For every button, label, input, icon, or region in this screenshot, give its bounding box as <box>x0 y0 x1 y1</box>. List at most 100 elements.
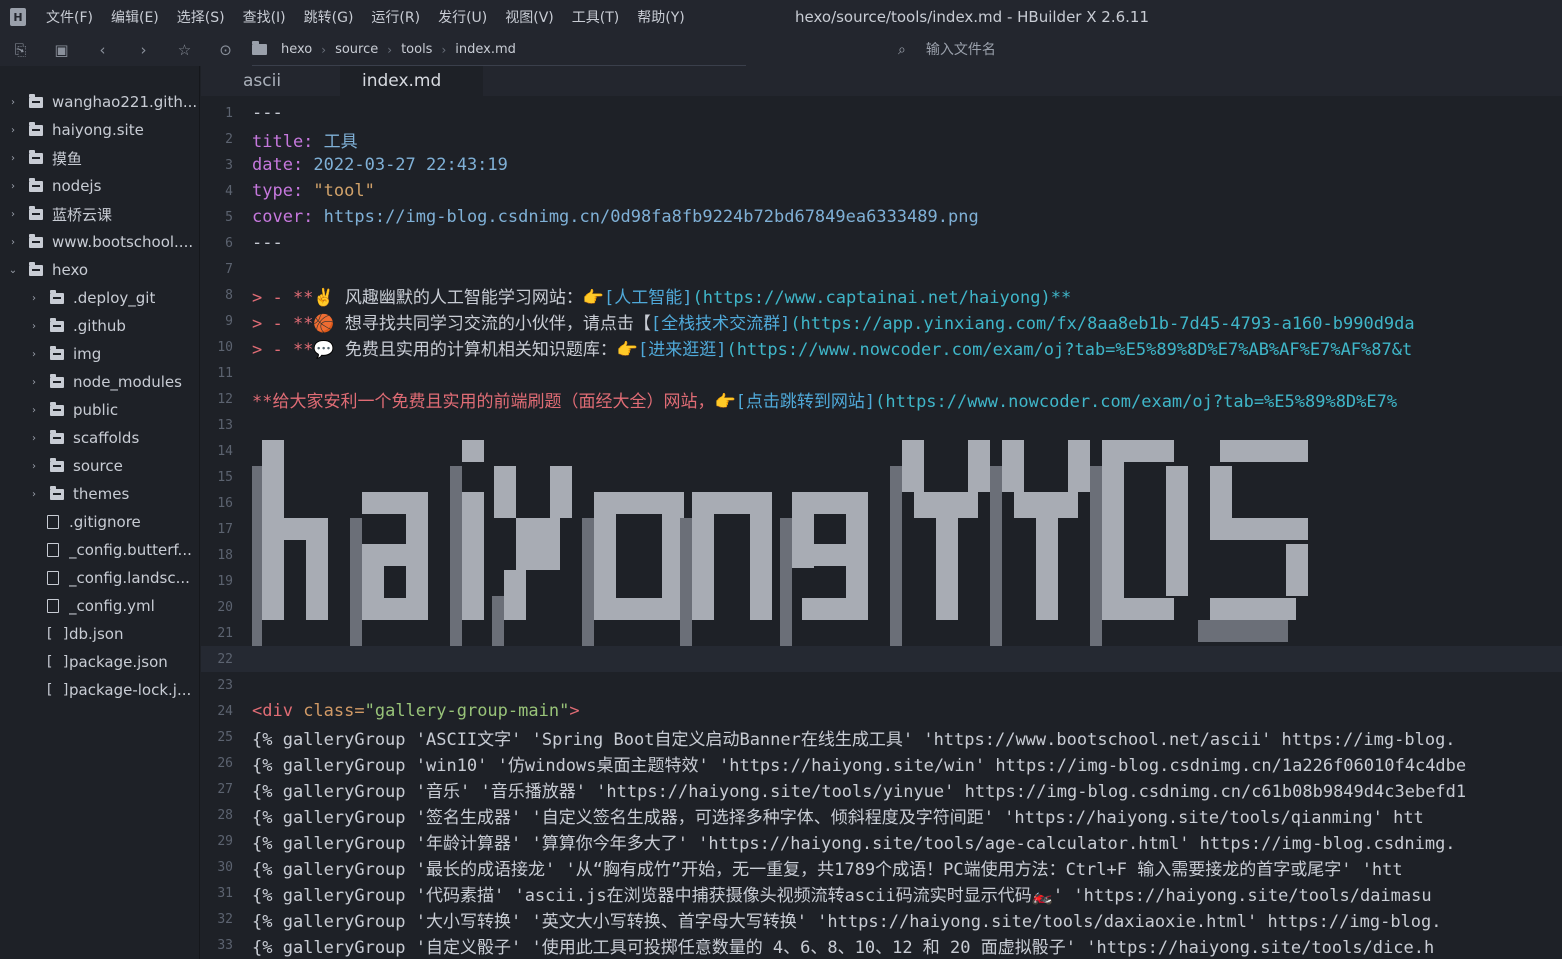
chevron-right-icon[interactable]: › <box>27 489 41 500</box>
code-line: 25 {% galleryGroup 'ASCII文字' 'Spring Boot… <box>201 724 1562 750</box>
md-link-text: [全栈技术交流群] <box>650 313 791 334</box>
sidebar-item[interactable]: › 摸鱼 <box>0 144 199 172</box>
sidebar-item[interactable]: › img <box>0 340 199 368</box>
sidebar-item-label: _config.butterf... <box>69 541 192 559</box>
line-number: 25 <box>217 729 233 745</box>
breadcrumb-item[interactable]: hexo <box>281 42 312 57</box>
quote-prefix: > - ** <box>252 339 314 360</box>
chevron-right-icon[interactable]: › <box>27 349 41 360</box>
line-number: 1 <box>225 105 233 121</box>
pointing-hand-icon: 👉 <box>582 287 604 308</box>
sidebar-item[interactable]: [ ] db.json <box>0 620 199 648</box>
gallery-line: {% galleryGroup '大小写转换' '英文大小写转换、首字母大写转换… <box>252 911 1442 932</box>
chevron-right-icon[interactable]: › <box>27 321 41 332</box>
chevron-right-icon[interactable]: › <box>27 377 41 388</box>
folder-icon <box>50 429 64 444</box>
menu-file[interactable]: 文件(F) <box>46 7 93 27</box>
save-icon[interactable]: ▣ <box>41 34 82 66</box>
menu-publish[interactable]: 发行(U) <box>438 7 487 27</box>
chevron-down-icon[interactable]: ⌄ <box>6 265 20 276</box>
ascii-block <box>462 440 484 462</box>
sidebar-item[interactable]: › nodejs <box>0 172 199 200</box>
md-link-url[interactable]: (https://www.nowcoder.com/exam/oj?tab=%E… <box>726 340 1412 360</box>
sidebar-item[interactable]: ⌄ hexo <box>0 256 199 284</box>
menu-goto[interactable]: 跳转(G) <box>304 7 354 27</box>
sidebar-item[interactable]: › .github <box>0 312 199 340</box>
code-line: 1 --- <box>201 100 1562 126</box>
menu-select[interactable]: 选择(S) <box>177 7 225 27</box>
ascii-block <box>792 544 868 566</box>
emoji-icon: 🏀 <box>313 313 335 334</box>
ascii-shade <box>252 466 262 646</box>
chevron-right-icon[interactable]: › <box>27 405 41 416</box>
menu-run[interactable]: 运行(R) <box>371 7 420 27</box>
breadcrumb-item[interactable]: tools <box>401 42 432 57</box>
run-icon[interactable]: ⊙ <box>205 34 246 66</box>
sidebar-item[interactable]: › node_modules <box>0 368 199 396</box>
code-line: 11 <box>201 360 1562 386</box>
md-link-url[interactable]: (https://www.nowcoder.com/exam/oj?tab=%E… <box>875 392 1397 412</box>
sidebar-item[interactable]: _config.landsc... <box>0 564 199 592</box>
sidebar-item-label: 蓝桥云课 <box>52 205 113 224</box>
chevron-right-icon[interactable]: › <box>6 237 20 248</box>
folder-icon <box>50 457 64 472</box>
chevron-right-icon[interactable]: › <box>6 209 20 220</box>
chevron-right-icon[interactable]: › <box>27 461 41 472</box>
sidebar-item[interactable]: › www.bootschool.... <box>0 228 199 256</box>
chevron-right-icon[interactable]: › <box>6 153 20 164</box>
md-link-text: [进来逛逛] <box>638 339 727 360</box>
back-icon[interactable]: ‹ <box>82 34 123 66</box>
folder-icon <box>50 401 64 416</box>
breadcrumb-item[interactable]: source <box>335 42 378 57</box>
folder-icon <box>29 177 43 192</box>
sidebar-item[interactable]: › 蓝桥云课 <box>0 200 199 228</box>
json-file-icon: [ ] <box>45 654 71 670</box>
code-line: 7 <box>201 256 1562 282</box>
menu-find[interactable]: 查找(I) <box>243 7 286 27</box>
breadcrumb-item[interactable]: index.md <box>455 42 516 57</box>
sidebar-item-label: source <box>73 457 123 475</box>
sidebar-item[interactable]: _config.yml <box>0 592 199 620</box>
code-line: 29 {% galleryGroup '年龄计算器' '算算你今年多大了' 'ht… <box>201 828 1562 854</box>
file-icon <box>47 571 59 585</box>
chevron-right-icon[interactable]: › <box>27 433 41 444</box>
sidebar-item[interactable]: [ ] package-lock.j... <box>0 676 199 704</box>
chevron-right-icon[interactable]: › <box>6 181 20 192</box>
menu-view[interactable]: 视图(V) <box>505 7 554 27</box>
sidebar-item[interactable]: › themes <box>0 480 199 508</box>
yaml-value: 2022-03-27 22:43:19 <box>303 155 508 175</box>
file-search-input[interactable] <box>925 42 1126 58</box>
menu-tools[interactable]: 工具(T) <box>572 7 619 27</box>
star-icon[interactable]: ☆ <box>164 34 205 66</box>
line-number: 19 <box>217 573 233 589</box>
sidebar-item[interactable]: › public <box>0 396 199 424</box>
gallery-line: {% galleryGroup 'win10' '仿windows桌面主题特效'… <box>252 755 1467 776</box>
sidebar-item[interactable]: › source <box>0 452 199 480</box>
forward-icon[interactable]: › <box>123 34 164 66</box>
line-number: 13 <box>217 417 233 433</box>
menu-help[interactable]: 帮助(Y) <box>637 7 684 27</box>
new-file-icon[interactable]: ⎘ <box>0 34 41 66</box>
sidebar-item[interactable]: [ ] package.json <box>0 648 199 676</box>
sidebar-item[interactable]: › haiyong.site <box>0 116 199 144</box>
line-number: 22 <box>217 651 233 667</box>
chevron-right-icon[interactable]: › <box>27 293 41 304</box>
chevron-right-icon[interactable]: › <box>6 97 20 108</box>
sidebar-item[interactable]: › .deploy_git <box>0 284 199 312</box>
sidebar-item[interactable]: .gitignore <box>0 508 199 536</box>
line-number: 9 <box>225 313 233 329</box>
chevron-right-icon: › <box>441 42 447 57</box>
file-search-icon: ⌕ <box>898 42 906 58</box>
sidebar-item-label: www.bootschool.... <box>52 233 194 251</box>
sidebar-item[interactable]: › scaffolds <box>0 424 199 452</box>
sidebar-item[interactable]: _config.butterf... <box>0 536 199 564</box>
sidebar-item[interactable]: › wanghao221.gith... <box>0 88 199 116</box>
chevron-right-icon[interactable]: › <box>6 125 20 136</box>
menu-edit[interactable]: 编辑(E) <box>111 7 159 27</box>
md-link-url[interactable]: (https://app.yinxiang.com/fx/8aa8eb1b-7d… <box>790 314 1414 334</box>
line-number: 28 <box>217 807 233 823</box>
folder-icon <box>29 149 43 164</box>
tab-index-md[interactable]: index.md <box>340 66 484 96</box>
md-link-url[interactable]: (https://www.captainai.net/haiyong)** <box>692 288 1071 308</box>
tab-ascii[interactable]: ascii <box>201 66 340 96</box>
